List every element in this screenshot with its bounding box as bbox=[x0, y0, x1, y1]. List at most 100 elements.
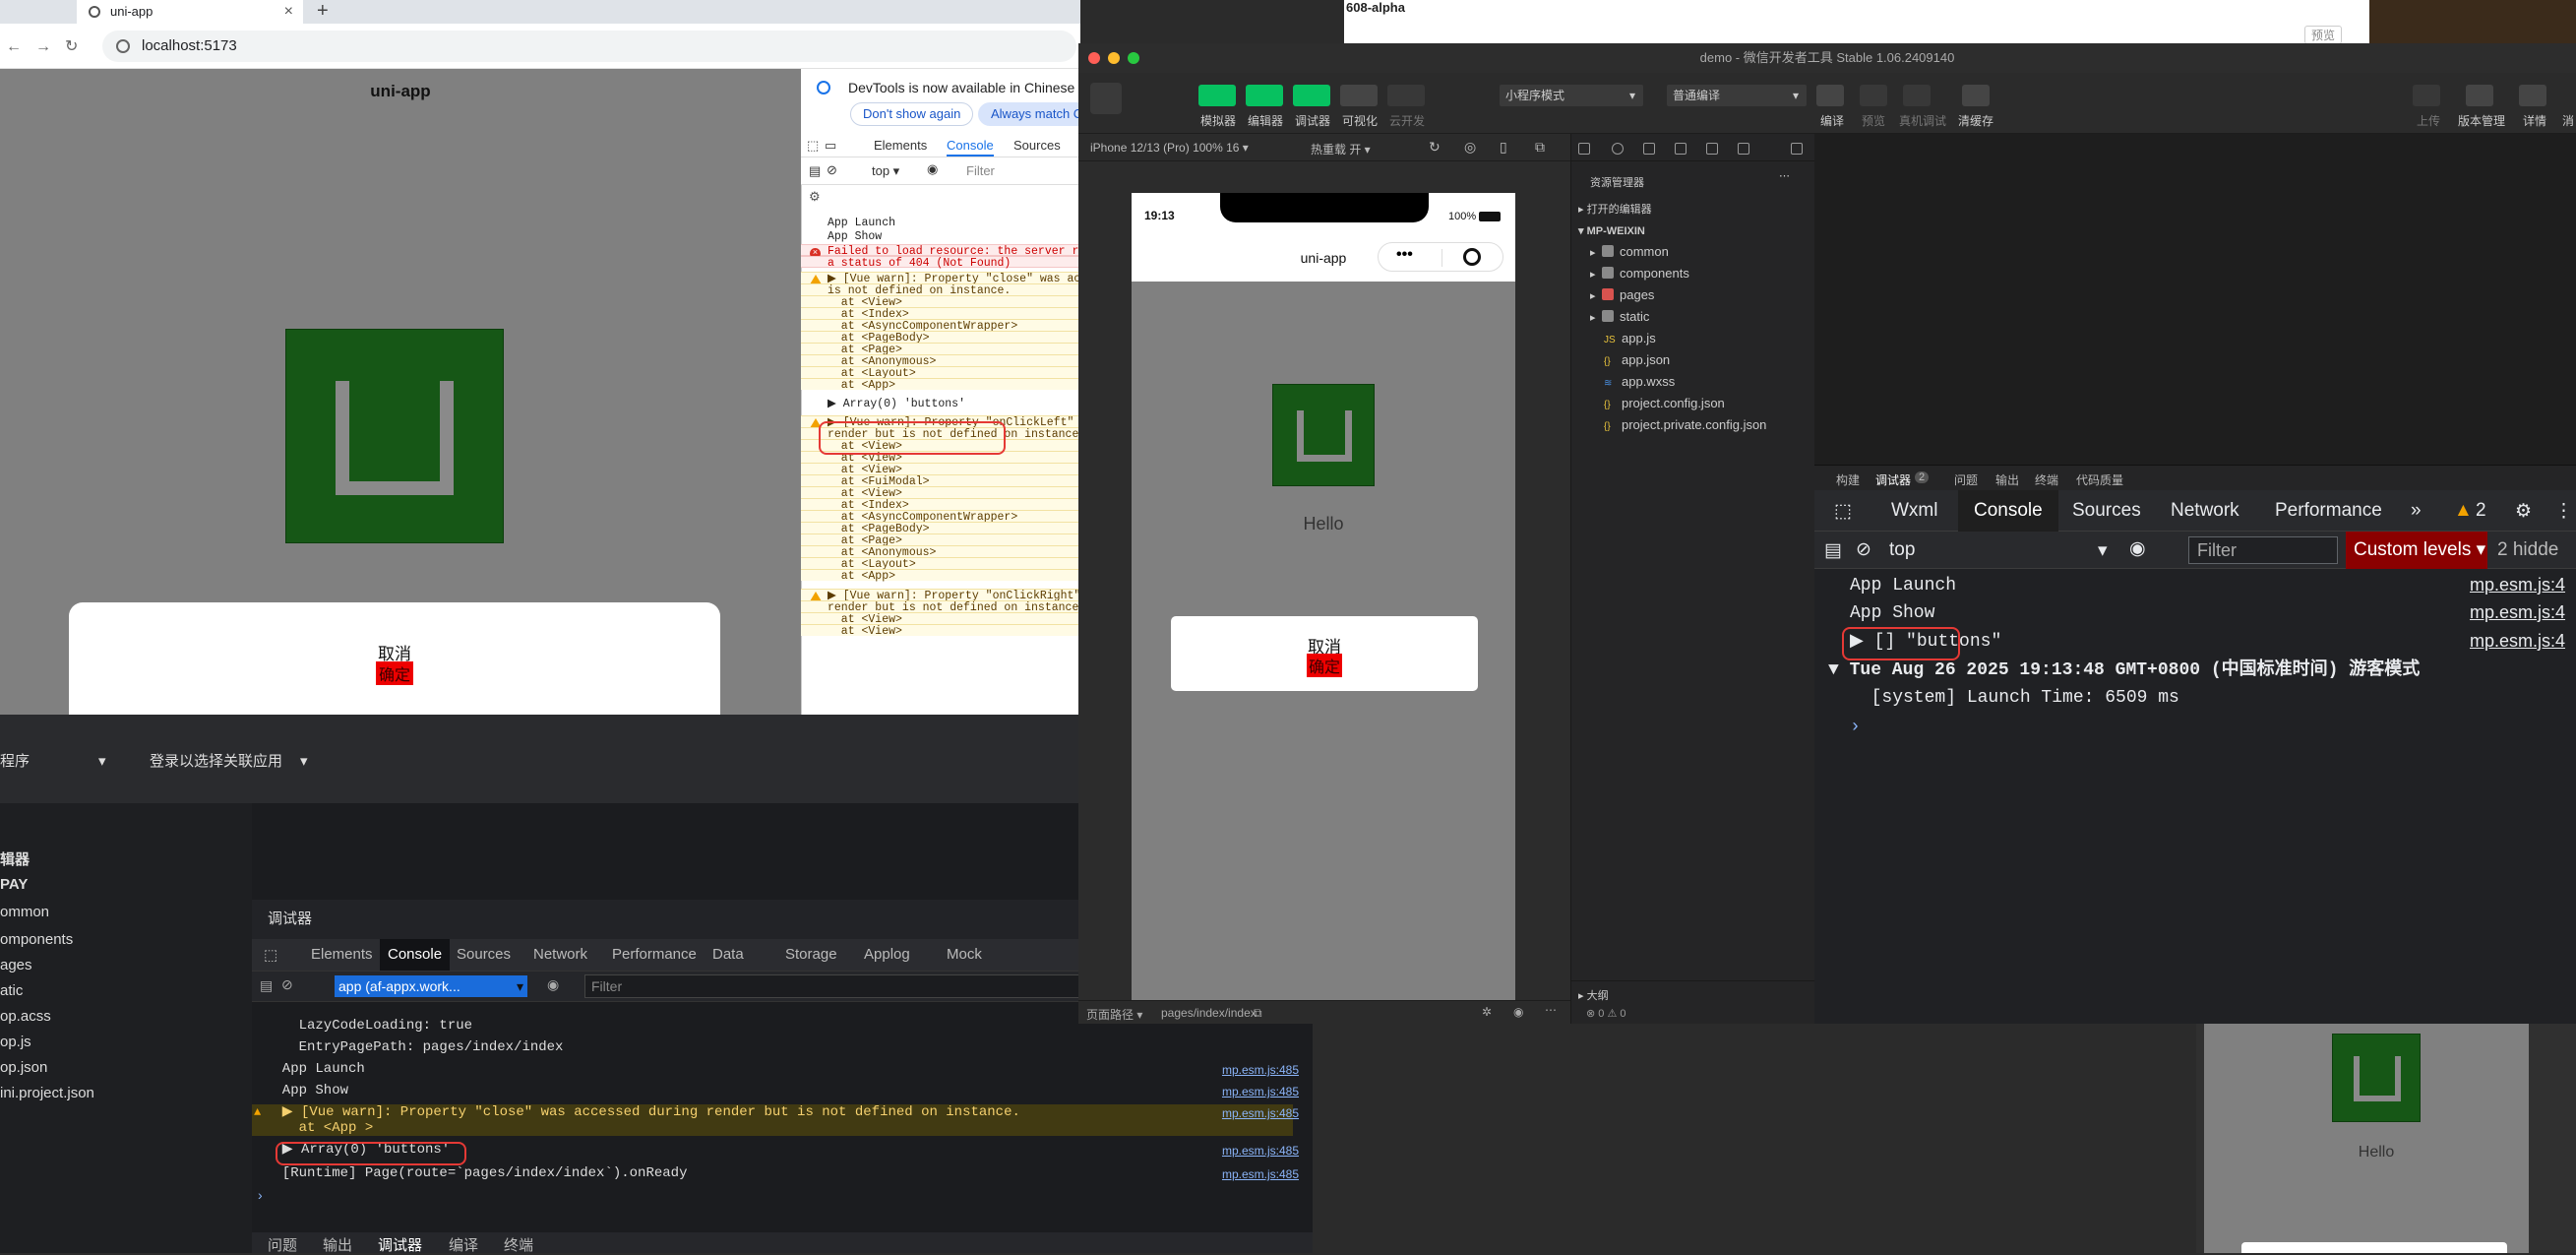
device-icon[interactable]: ▭ bbox=[825, 138, 836, 154]
debug-icon[interactable] bbox=[1706, 143, 1718, 155]
tab-sources[interactable]: Sources bbox=[457, 946, 511, 963]
sidebar-icon[interactable]: ▤ bbox=[260, 977, 273, 994]
tab-storage[interactable]: Storage bbox=[785, 946, 837, 963]
cloud-toggle[interactable] bbox=[1387, 85, 1425, 106]
outline-toggle[interactable]: ▸ 大纲 bbox=[1578, 987, 1609, 1003]
tab-output[interactable]: 输出 bbox=[1995, 471, 2019, 488]
minimize-window-button[interactable] bbox=[1108, 52, 1120, 64]
tree-item[interactable]: op.js bbox=[0, 1034, 31, 1050]
capsule-menu[interactable]: ••• bbox=[1378, 242, 1503, 272]
clear-icon[interactable]: ⊘ bbox=[1856, 538, 1871, 561]
source-link[interactable]: mp.esm.js:485 bbox=[1222, 1106, 1299, 1120]
tab-terminal[interactable]: 终端 bbox=[2035, 471, 2058, 488]
mode-select[interactable]: 程序 ▾ bbox=[0, 750, 106, 771]
tab-problems[interactable]: 问题 bbox=[1954, 471, 1978, 488]
more-icon[interactable]: ••• bbox=[1396, 246, 1413, 264]
clear-icon[interactable]: ⊘ bbox=[827, 162, 837, 178]
kebab-icon[interactable]: ⋮ bbox=[2554, 500, 2573, 523]
open-editors-section[interactable]: ▸ 打开的编辑器 bbox=[1578, 201, 1652, 217]
inspect-icon[interactable]: ⬚ bbox=[807, 138, 819, 154]
close-window-button[interactable] bbox=[1088, 52, 1100, 64]
forward-icon[interactable]: → bbox=[35, 38, 65, 55]
folder-common[interactable]: ▸ common bbox=[1590, 244, 1669, 259]
record-icon[interactable]: ◎ bbox=[1464, 139, 1476, 156]
tab-sources[interactable]: Sources bbox=[2072, 500, 2141, 522]
tab-elements[interactable]: Elements bbox=[874, 138, 927, 153]
tree-item[interactable]: op.json bbox=[0, 1059, 47, 1076]
compile-button[interactable] bbox=[1816, 85, 1844, 106]
filter-input[interactable]: Filter bbox=[584, 974, 1080, 998]
dont-show-again-button[interactable]: Don't show again bbox=[850, 102, 974, 126]
files-icon[interactable] bbox=[1578, 143, 1590, 155]
file-app.wxss[interactable]: ≋ app.wxss bbox=[1604, 374, 1675, 389]
tree-item[interactable]: PAY bbox=[0, 876, 28, 893]
avatar[interactable] bbox=[1090, 83, 1122, 114]
compile-select[interactable]: 普通编译 ▾ bbox=[1667, 85, 1807, 106]
source-link[interactable]: mp.esm.js:4 bbox=[2470, 631, 2565, 652]
context-select[interactable]: app (af-appx.work... ▾ bbox=[335, 975, 527, 997]
editor-toggle[interactable] bbox=[1246, 85, 1283, 106]
tab-mock[interactable]: Mock bbox=[947, 946, 982, 963]
chevron-down-icon[interactable]: ▾ bbox=[2098, 539, 2108, 562]
folder-static[interactable]: ▸ static bbox=[1590, 309, 1649, 324]
rotate-icon[interactable]: ↻ bbox=[1429, 139, 1441, 156]
mode-select[interactable]: 小程序模式 ▾ bbox=[1500, 85, 1643, 106]
levels-select[interactable]: Custom levels ▾ bbox=[2346, 532, 2487, 569]
bottom-tab[interactable]: 问题 bbox=[268, 1234, 297, 1255]
device-select[interactable]: iPhone 12/13 (Pro) 100% 16 ▾ bbox=[1090, 141, 1249, 155]
more-icon[interactable]: ⋯ bbox=[1545, 1003, 1557, 1017]
source-link[interactable]: mp.esm.js:485 bbox=[1222, 1085, 1299, 1098]
preview-button[interactable] bbox=[1860, 85, 1887, 106]
phone-icon[interactable]: ▯ bbox=[1500, 139, 1507, 156]
new-tab-button[interactable]: + bbox=[317, 0, 329, 22]
source-link[interactable]: mp.esm.js:4 bbox=[2470, 602, 2565, 623]
more-tabs-icon[interactable]: » bbox=[2411, 500, 2422, 522]
tab-network[interactable]: Network bbox=[2171, 500, 2239, 522]
tree-item[interactable]: omponents bbox=[0, 931, 73, 948]
browser-nav-buttons[interactable]: ←→↻ bbox=[6, 36, 92, 56]
extensions-icon[interactable] bbox=[1675, 143, 1687, 155]
eye-icon[interactable]: ◉ bbox=[2129, 537, 2146, 560]
console-line[interactable]: › bbox=[1814, 717, 2576, 738]
app-select[interactable]: 登录以选择关联应用 ▾ bbox=[150, 750, 308, 771]
upload-button[interactable] bbox=[2413, 85, 2440, 106]
context-select[interactable]: top ▾ bbox=[872, 163, 899, 179]
more-icon[interactable]: ⋯ bbox=[1779, 169, 1790, 182]
source-link[interactable]: mp.esm.js:485 bbox=[1222, 1144, 1299, 1158]
tab-wxml[interactable]: Wxml bbox=[1891, 500, 1937, 522]
filter-input[interactable]: Filter bbox=[966, 163, 995, 178]
folder-components[interactable]: ▸ components bbox=[1590, 266, 1689, 281]
gear-icon[interactable]: ⚙ bbox=[2515, 500, 2532, 523]
file-app.js[interactable]: JS app.js bbox=[1604, 331, 1656, 345]
clear-cache-button[interactable] bbox=[1962, 85, 1990, 106]
tab-sources[interactable]: Sources bbox=[1013, 138, 1061, 153]
confirm-button[interactable]: 确定 bbox=[375, 661, 414, 685]
inspect-icon[interactable]: ⬚ bbox=[1834, 500, 1852, 523]
clear-icon[interactable]: ⊘ bbox=[281, 976, 293, 993]
tree-item[interactable]: ommon bbox=[0, 904, 49, 920]
page-path-select[interactable]: 页面路径 ▾ bbox=[1086, 1006, 1142, 1023]
source-link[interactable]: mp.esm.js:485 bbox=[1222, 1063, 1299, 1077]
bottom-tab[interactable]: 终端 bbox=[504, 1234, 533, 1255]
layout-icon[interactable] bbox=[1791, 143, 1803, 155]
context-select[interactable]: top bbox=[1889, 539, 1915, 561]
bottom-tab[interactable]: 调试器 bbox=[378, 1234, 422, 1255]
console-prompt[interactable]: › bbox=[258, 1187, 263, 1203]
settings-icon[interactable]: ⚙ bbox=[809, 189, 821, 205]
tab-data[interactable]: Data bbox=[712, 946, 744, 963]
visual-toggle[interactable] bbox=[1340, 85, 1378, 106]
close-icon[interactable]: × bbox=[284, 0, 293, 24]
eye-icon[interactable]: ◉ bbox=[1513, 1005, 1523, 1019]
site-info-icon[interactable] bbox=[116, 39, 130, 53]
tab-performance[interactable]: Performance bbox=[2275, 500, 2382, 522]
eye-icon[interactable]: ◉ bbox=[547, 976, 559, 993]
warning-icon[interactable]: ▲ bbox=[2454, 500, 2473, 522]
tab-build[interactable]: 构建 bbox=[1836, 471, 1860, 488]
bottom-tab[interactable]: 输出 bbox=[323, 1234, 352, 1255]
tab-elements[interactable]: Elements bbox=[311, 946, 373, 963]
tab-console[interactable]: Console bbox=[947, 138, 994, 157]
tree-item[interactable]: 辑器 bbox=[0, 848, 30, 869]
tree-item[interactable]: ini.project.json bbox=[0, 1085, 94, 1101]
cloud-icon[interactable] bbox=[1738, 143, 1749, 155]
file-project.private.config.json[interactable]: {} project.private.config.json bbox=[1604, 417, 1766, 432]
